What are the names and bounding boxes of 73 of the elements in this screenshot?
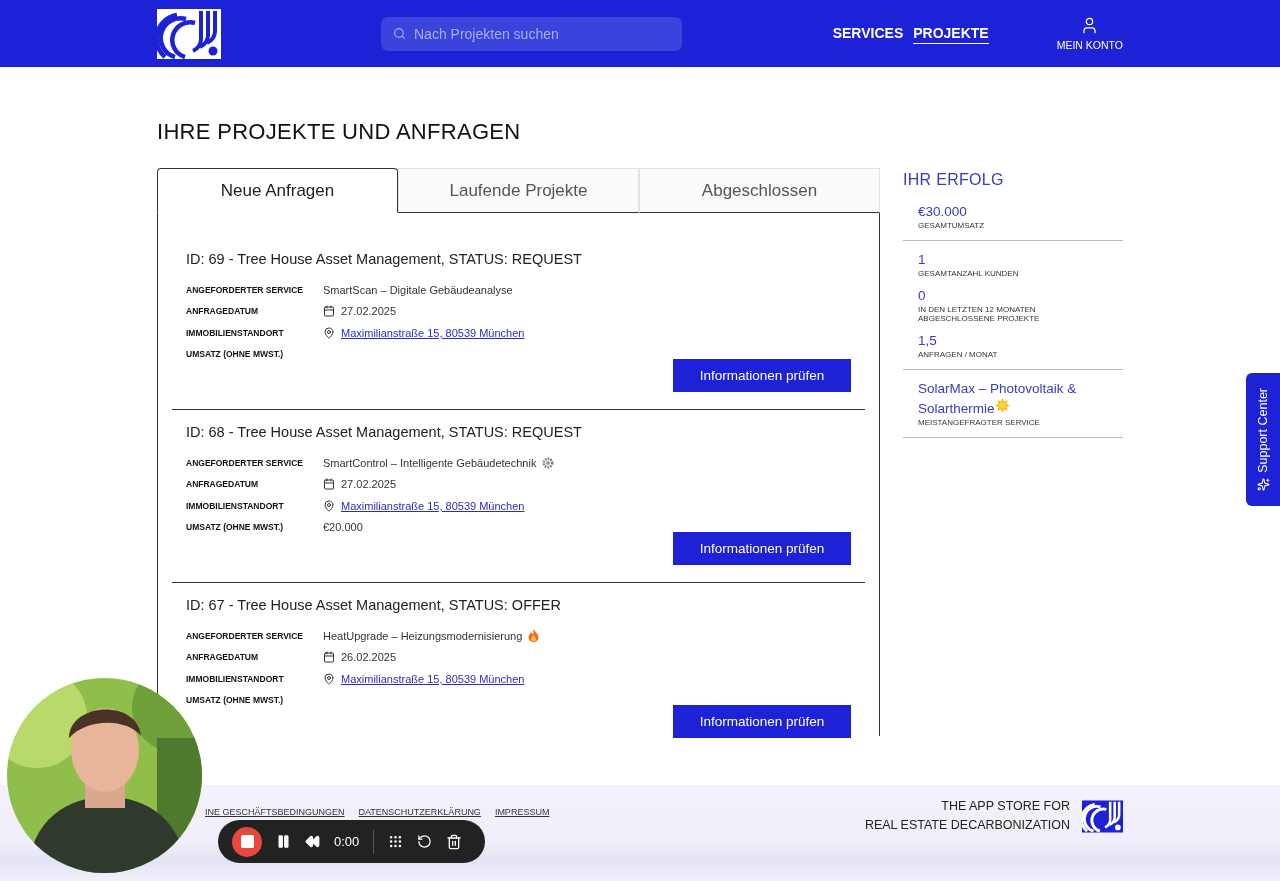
calendar-icon [323, 651, 335, 664]
stat-label: GESAMTUMSATZ [918, 221, 986, 230]
stat-label: ANFRAGEN / MONAT [918, 350, 999, 359]
sidebar-title: IHR ERFOLG [903, 171, 1005, 189]
field-value: 27.02.2025 [341, 478, 397, 491]
field-value: €20.000 [323, 521, 363, 534]
field-label: IMMOBILIENSTANDORT [186, 327, 285, 338]
stat-label: MEISTANGEFRAGTER SERVICE [918, 418, 1041, 427]
footer-link[interactable]: INE GESCHÄFTSBEDINGUNGEN [205, 807, 345, 817]
logo-icon [157, 8, 221, 59]
address-link[interactable]: Maximilianstraße 15, 80539 München [341, 672, 525, 685]
field-label: ANGEFORDERTER SERVICE [186, 630, 304, 641]
field-label: ANFRAGEDATUM [186, 479, 260, 490]
recording-time: 0:00 [334, 834, 360, 849]
pin-icon [323, 326, 335, 339]
field-label: ANFRAGEDATUM [186, 306, 260, 317]
support-tab[interactable]: Support Center [1246, 373, 1280, 506]
field-value: SmartScan – Digitale Gebäudeanalyse [323, 283, 513, 296]
review-button[interactable]: Informationen prüfen [673, 359, 851, 392]
field-label: UMSATZ (OHNE MWST.) [186, 695, 285, 706]
review-button[interactable]: Informationen prüfen [673, 532, 851, 565]
stat-value: 1,5 [918, 332, 938, 350]
stat-value: 0 [918, 287, 927, 305]
review-button[interactable]: Informationen prüfen [673, 705, 851, 738]
address-link[interactable]: Maximilianstraße 15, 80539 München [341, 326, 525, 339]
field-label: IMMOBILIENSTANDORT [186, 500, 285, 511]
field-value: HeatUpgrade – Heizungsmodernisierung [323, 629, 523, 642]
tab[interactable]: Abgeschlossen [639, 168, 880, 213]
gear-icon [542, 456, 555, 469]
grid-icon[interactable] [388, 834, 404, 849]
field-label: UMSATZ (OHNE MWST.) [186, 349, 285, 360]
sparkle-icon [1256, 477, 1270, 491]
field-value: SmartControl – Intelligente Gebäudetechnik [323, 456, 537, 469]
tagline: THE APP STORE FOR REAL ESTATE DECARBONIZATION [864, 798, 1070, 834]
project-title: ID: 68 - Tree House Asset Management, STATUS: REQUEST [186, 424, 583, 442]
pause-icon[interactable] [276, 834, 291, 849]
field-value: 26.02.2025 [341, 651, 397, 664]
stat-label: IN DEN LETZTEN 12 MONATEN ABGESCHLOSSENE PROJEKTE [918, 305, 1041, 323]
rewind-icon[interactable] [305, 834, 320, 849]
calendar-icon [323, 305, 335, 318]
pin-icon [323, 672, 335, 685]
field-value: 27.02.2025 [341, 305, 397, 318]
address-link[interactable]: Maximilianstraße 15, 80539 München [341, 499, 525, 512]
stat-value: €30.000 [918, 203, 968, 221]
pin-icon [323, 499, 335, 512]
stop-icon [240, 835, 254, 848]
field-label: UMSATZ (OHNE MWST.) [186, 522, 285, 533]
restart-icon[interactable] [417, 834, 433, 849]
field-label: IMMOBILIENSTANDORT [186, 673, 285, 684]
nav-link[interactable]: SERVICES [832, 23, 904, 44]
search-icon [393, 27, 406, 40]
stat-value: 1 [918, 251, 927, 269]
nav-link[interactable]: PROJEKTE [913, 23, 989, 44]
page-title: IHRE PROJEKTE UND ANFRAGEN [157, 119, 522, 145]
project-title: ID: 69 - Tree House Asset Management, STATUS: REQUEST [186, 251, 583, 269]
footer-link[interactable]: IMPRESSUM [494, 807, 550, 817]
flame-icon [528, 629, 540, 643]
logo-icon [1082, 799, 1123, 833]
footer-link[interactable]: DATENSCHUTZERKLÄRUNG [358, 807, 481, 817]
tab[interactable]: Neue Anfragen [157, 168, 398, 213]
project-title: ID: 67 - Tree House Asset Management, STATUS: OFFER [186, 597, 562, 615]
field-label: ANGEFORDERTER SERVICE [186, 457, 304, 468]
stop-button[interactable] [232, 826, 262, 857]
field-label: ANFRAGEDATUM [186, 652, 260, 663]
tab[interactable]: Laufende Projekte [398, 168, 639, 213]
trash-icon[interactable] [446, 833, 463, 850]
field-label: ANGEFORDERTER SERVICE [186, 284, 304, 295]
stat-value: SolarMax – Photovoltaik & Solarthermie [918, 380, 1078, 418]
sun-icon [994, 398, 1010, 413]
stat-label: GESAMTANZAHL KUNDEN [918, 269, 1020, 278]
calendar-icon [323, 478, 335, 491]
account-link[interactable]: MEIN KONTO [1056, 16, 1123, 51]
account-label: MEIN KONTO [1056, 39, 1123, 51]
